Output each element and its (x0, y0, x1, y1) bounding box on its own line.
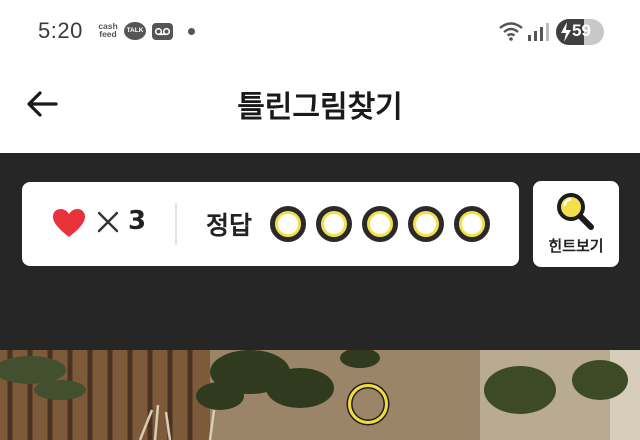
status-card: 3 정답 (22, 182, 519, 266)
lives-count: 3 (128, 206, 147, 236)
app-header: 틀린그림찾기 (0, 66, 640, 153)
answer-slot (270, 206, 306, 242)
magnifier-icon (555, 191, 597, 237)
game-panel: 3 정답 힌트보기 (0, 153, 640, 350)
page-title: 틀린그림찾기 (237, 90, 403, 125)
times-icon (96, 210, 120, 238)
puzzle-scene (0, 350, 640, 440)
battery-indicator: 59 (556, 19, 604, 45)
found-difference-marker (348, 384, 388, 424)
card-divider (175, 203, 177, 245)
answer-slots (270, 206, 490, 242)
hint-button-label: 힌트보기 (548, 237, 604, 255)
hint-button[interactable]: 힌트보기 (533, 181, 619, 267)
status-bar: 5:20 cash feed TALK 59 (0, 0, 640, 66)
puzzle-image[interactable] (0, 350, 640, 440)
answer-slot (316, 206, 352, 242)
notification-dot-icon (188, 28, 195, 35)
heart-icon (52, 208, 86, 242)
battery-level: 59 (572, 21, 591, 40)
wifi-icon (498, 21, 524, 47)
answer-slot (408, 206, 444, 242)
kakaotalk-icon: TALK (124, 22, 146, 40)
voicemail-icon (152, 23, 173, 40)
cashfeed-logo: cash feed (95, 22, 121, 39)
answer-slot (454, 206, 490, 242)
charging-bolt-icon (561, 22, 571, 42)
cashfeed-logo-line2: feed (99, 29, 117, 39)
answer-slot (362, 206, 398, 242)
signal-icon (527, 22, 549, 46)
status-time: 5:20 (38, 18, 83, 43)
answer-label: 정답 (206, 211, 253, 240)
